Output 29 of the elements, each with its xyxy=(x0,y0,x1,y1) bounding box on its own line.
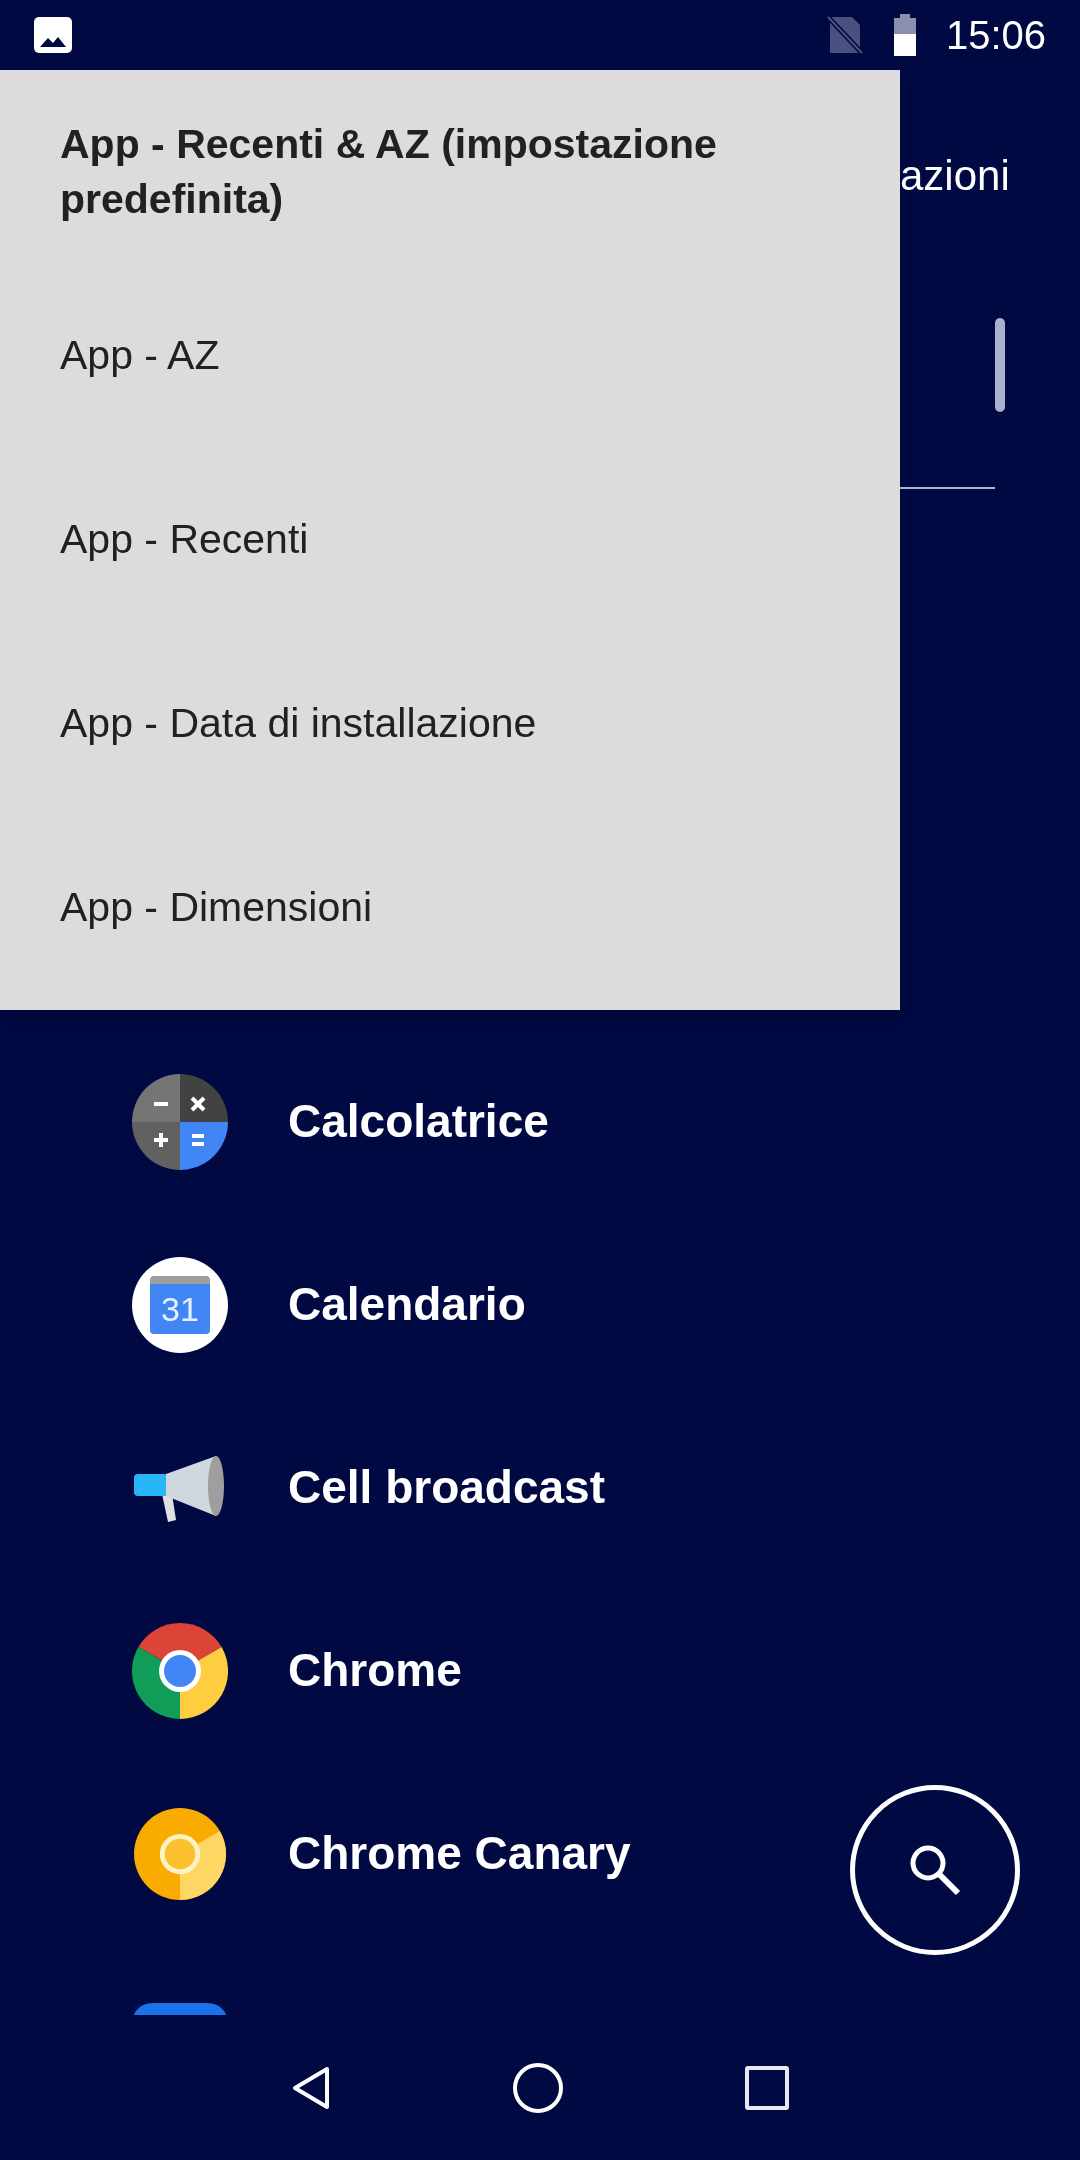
canary-logo-icon xyxy=(134,1807,226,1900)
app-name: Calendario xyxy=(288,1277,526,1332)
app-row[interactable]: Cell broadcast xyxy=(0,1396,1080,1579)
app-name: Calcolatrice xyxy=(288,1094,549,1149)
home-icon[interactable] xyxy=(513,2062,563,2113)
battery-icon xyxy=(893,14,916,56)
search-icon xyxy=(908,1843,962,1897)
app-name: Chrome Canary xyxy=(288,1826,631,1881)
app-row[interactable]: Chrome Canary xyxy=(0,1762,1080,1945)
menu-item[interactable]: App - AZ xyxy=(0,264,900,448)
no-sim-icon xyxy=(825,15,864,55)
calendar-icon: 31 xyxy=(132,1256,228,1353)
image-notification-icon xyxy=(34,17,72,53)
app-row[interactable]: Calcolatrice xyxy=(0,1030,1080,1213)
menu-item[interactable]: App - Data di installazione xyxy=(0,632,900,816)
menu-item[interactable]: App - Recenti & AZ (impostazione predefinita) xyxy=(0,80,900,264)
app-row[interactable]: 31 Calendario xyxy=(0,1213,1080,1396)
menu-item[interactable]: App - Recenti xyxy=(0,448,900,632)
back-icon[interactable] xyxy=(291,2065,331,2110)
calculator-icon xyxy=(132,1073,228,1170)
menu-item[interactable]: App - Dimensioni xyxy=(0,816,900,1000)
chrome-logo-icon xyxy=(132,1622,228,1719)
app-row[interactable]: Chrome xyxy=(0,1579,1080,1762)
header-title: azioni xyxy=(900,155,1010,197)
search-button[interactable] xyxy=(850,1785,1020,1955)
recents-icon[interactable] xyxy=(745,2065,789,2110)
app-name: Chrome xyxy=(288,1643,462,1698)
app-name: Cell broadcast xyxy=(288,1460,605,1515)
clock: 15:06 xyxy=(945,15,1046,55)
